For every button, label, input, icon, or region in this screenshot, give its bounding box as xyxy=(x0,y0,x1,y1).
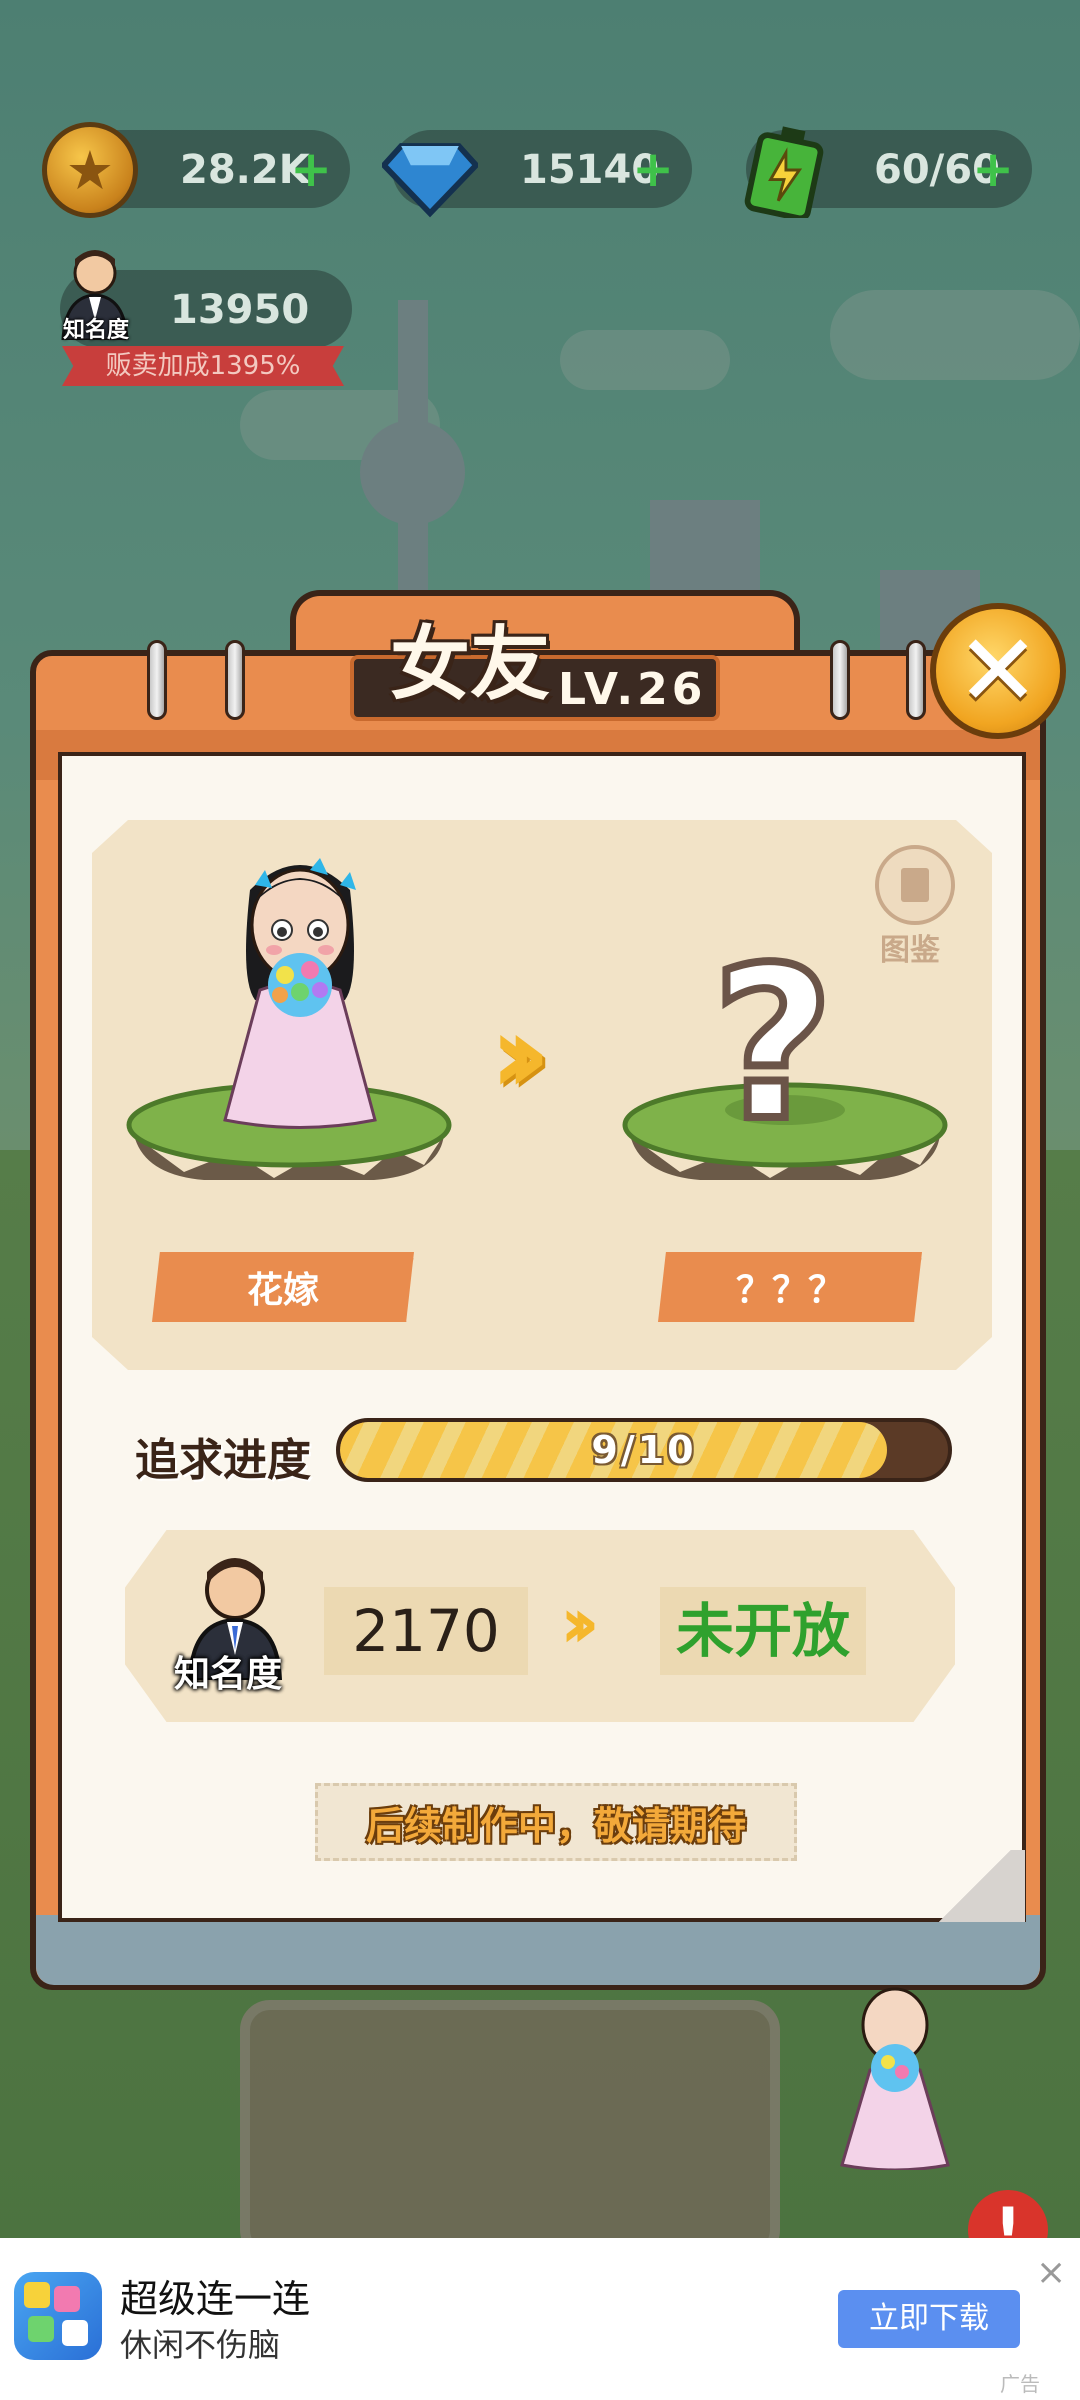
scene-bride-character xyxy=(840,1987,950,2170)
coin-icon: ★ xyxy=(42,122,138,218)
cloud xyxy=(830,290,1080,380)
progress-bar: 9/10 xyxy=(336,1418,952,1482)
unknown-character-icon: ? xyxy=(708,922,838,1167)
energy-counter[interactable]: 60/60 + xyxy=(744,126,1032,222)
close-button[interactable]: ✕ xyxy=(930,603,1066,739)
fame-value: 13950 xyxy=(170,287,310,333)
fame-required-value: 2170 xyxy=(324,1587,528,1675)
ad-close-icon[interactable]: × xyxy=(1036,2252,1066,2293)
fame-next-value: 未开放 xyxy=(660,1587,866,1675)
binder-ring xyxy=(906,640,926,720)
progress-text: 9/10 xyxy=(591,1428,697,1472)
binder-ring xyxy=(830,640,850,720)
ad-app-icon xyxy=(14,2272,102,2360)
progress-label: 追求进度 xyxy=(135,1435,311,1486)
book-icon xyxy=(901,868,929,902)
binder-ring xyxy=(147,640,167,720)
modal-bottom xyxy=(36,1915,1040,1985)
close-icon: ✕ xyxy=(956,612,1040,729)
gem-counter[interactable]: 15140 + xyxy=(379,130,692,218)
binder-ring xyxy=(225,640,245,720)
coin-counter[interactable]: ★ 28.2K + xyxy=(42,122,350,218)
battery-icon xyxy=(736,122,832,222)
ad-mark: 广告 xyxy=(1000,2372,1040,2396)
modal-title: 女友 xyxy=(390,618,550,711)
coin-plus-icon[interactable]: + xyxy=(290,140,332,198)
double-arrow-icon: ›› xyxy=(560,1582,599,1664)
gem-icon xyxy=(379,122,481,218)
next-name-tag: ？？？ xyxy=(658,1252,922,1322)
cloud xyxy=(560,330,730,390)
ad-subtitle: 休闲不伤脑 xyxy=(120,2326,281,2364)
level-label: LV.26 xyxy=(558,664,707,715)
fame-label: 知名度 xyxy=(62,318,129,343)
fame-requirement-label: 知名度 xyxy=(174,1654,283,1695)
gem-plus-icon[interactable]: + xyxy=(632,140,674,198)
energy-plus-icon[interactable]: + xyxy=(972,140,1014,198)
paper-fold xyxy=(925,1850,1025,1922)
background-path xyxy=(240,2000,780,2260)
current-name-tag: 花嫁 xyxy=(152,1252,414,1322)
ad-download-button[interactable]: 立即下载 xyxy=(838,2290,1020,2348)
sell-bonus-ribbon: 贩卖加成1395% xyxy=(62,346,344,386)
atlas-icon[interactable] xyxy=(875,845,955,925)
ad-title: 超级连一连 xyxy=(120,2277,311,2321)
ad-banner[interactable]: 超级连一连 休闲不伤脑 立即下载 × 广告 xyxy=(0,2238,1080,2400)
bride-character xyxy=(223,858,377,1129)
background-tower-ball xyxy=(360,420,465,525)
coming-soon-banner: 后续制作中，敬请期待 xyxy=(315,1783,797,1861)
atlas-label[interactable]: 图鉴 xyxy=(880,925,940,969)
double-arrow-icon: ›› xyxy=(490,990,550,1118)
